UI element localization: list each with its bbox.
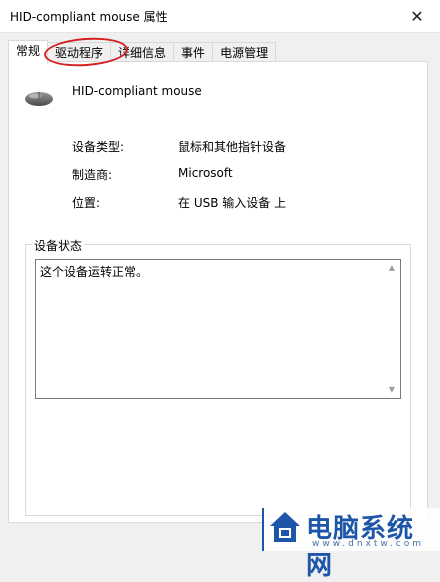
close-button[interactable]: ✕ <box>394 0 440 32</box>
location-value: 在 USB 输入设备 上 <box>178 196 287 210</box>
window-title: HID-compliant mouse 属性 <box>10 10 168 24</box>
device-type-label: 设备类型: <box>72 140 125 154</box>
close-icon: ✕ <box>410 6 424 26</box>
device-status-group: 设备状态 这个设备运转正常。 ▲ ▼ <box>25 237 411 516</box>
device-status-title: 设备状态 <box>32 237 85 254</box>
title-bar: HID-compliant mouse 属性 ✕ <box>0 0 440 33</box>
house-logo-icon <box>270 512 300 542</box>
manufacturer-value: Microsoft <box>178 166 233 180</box>
device-status-text: 这个设备运转正常。 <box>40 265 149 279</box>
scroll-up-arrow-icon[interactable]: ▲ <box>386 262 398 274</box>
watermark: 电脑系统网 www.dnxtw.com <box>262 508 440 581</box>
tab-power-management[interactable]: 电源管理 <box>212 42 277 63</box>
tab-general[interactable]: 常规 <box>8 40 49 64</box>
location-label: 位置: <box>72 196 101 210</box>
device-type-value: 鼠标和其他指针设备 <box>178 140 287 154</box>
device-status-textbox[interactable]: 这个设备运转正常。 ▲ ▼ <box>35 259 401 399</box>
device-name: HID-compliant mouse <box>72 84 202 98</box>
watermark-divider <box>262 508 264 551</box>
general-tab-panel: HID-compliant mouse 设备类型: 鼠标和其他指针设备 制造商:… <box>8 61 428 523</box>
scroll-down-arrow-icon[interactable]: ▼ <box>386 384 398 396</box>
tab-events[interactable]: 事件 <box>173 42 214 63</box>
watermark-url: www.dnxtw.com <box>312 539 425 549</box>
manufacturer-label: 制造商: <box>72 168 113 182</box>
mouse-icon <box>25 92 53 106</box>
